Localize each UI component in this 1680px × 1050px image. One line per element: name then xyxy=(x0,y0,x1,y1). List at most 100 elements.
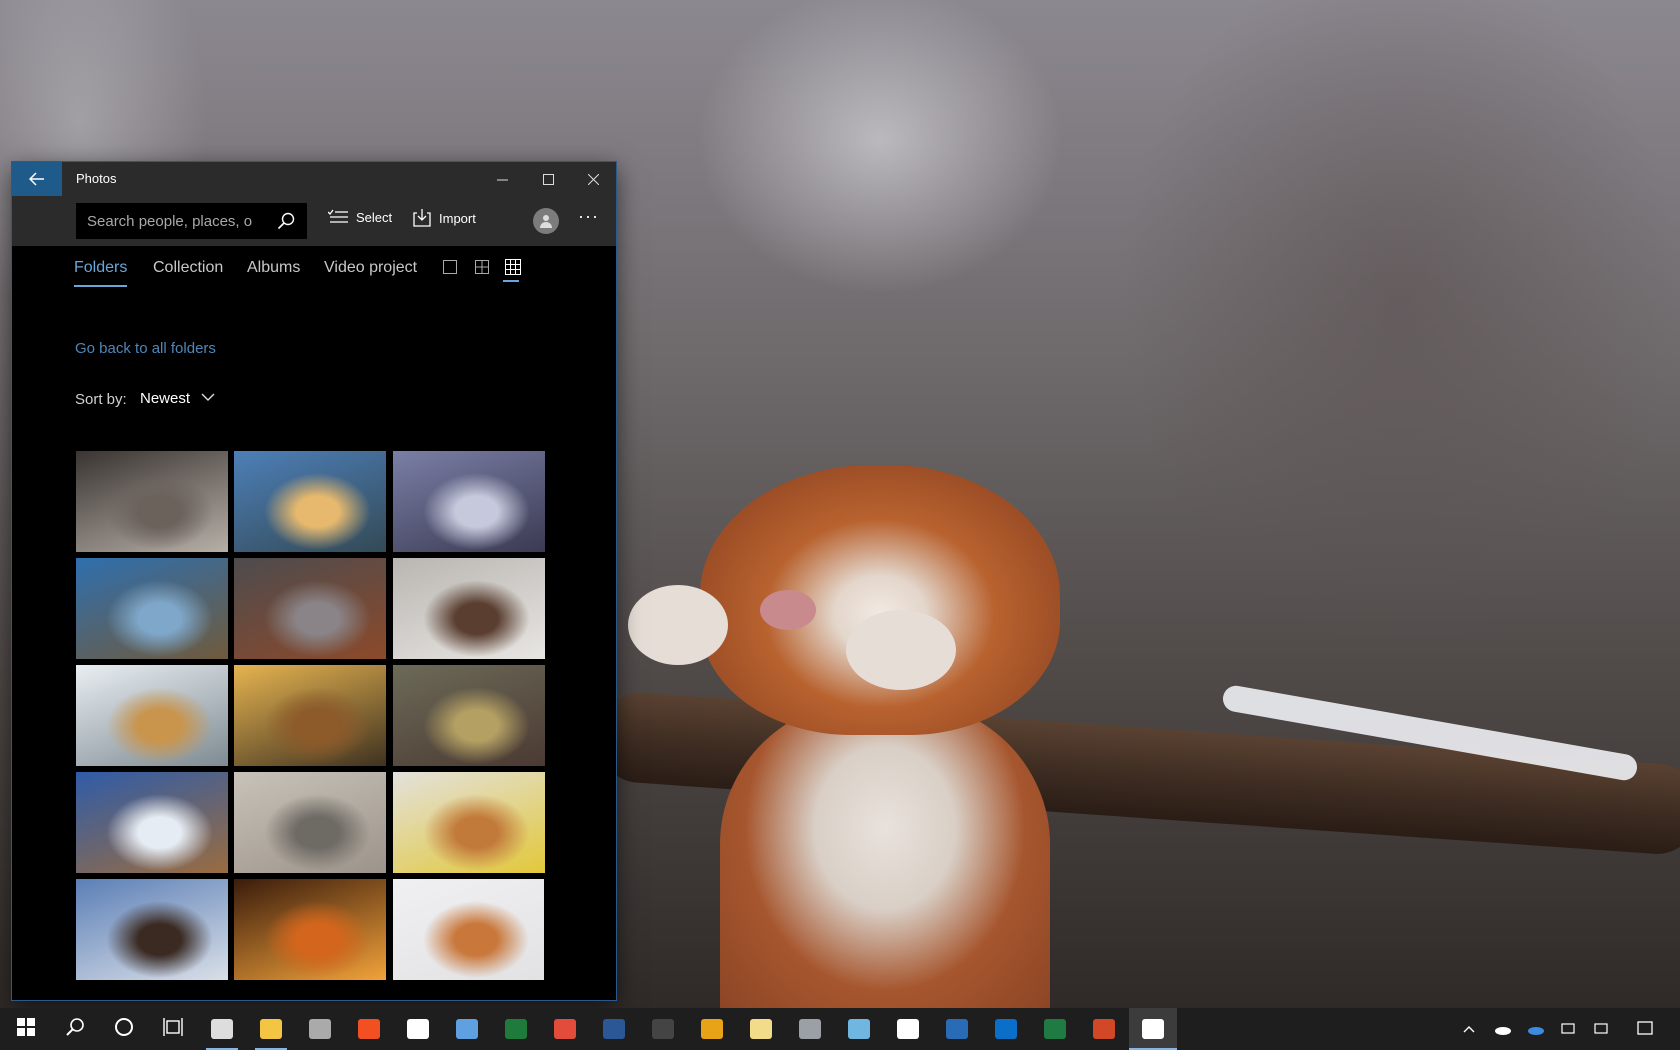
wallpaper-dog-nose xyxy=(760,590,816,630)
windows-start-icon xyxy=(17,1017,35,1041)
taskbar-button[interactable] xyxy=(443,1008,491,1050)
taskbar-button[interactable] xyxy=(933,1008,981,1050)
tab-video-project[interactable]: Video project xyxy=(324,259,417,277)
photo-thumbnail[interactable] xyxy=(234,558,386,659)
powershell-icon xyxy=(946,1019,968,1039)
small-grid-button[interactable] xyxy=(503,257,523,277)
cortana-icon xyxy=(114,1017,134,1042)
maximize-button[interactable] xyxy=(525,162,571,196)
taskbar-button[interactable] xyxy=(492,1008,540,1050)
taskbar-button[interactable] xyxy=(1129,1008,1177,1050)
word-icon xyxy=(603,1019,625,1039)
select-button[interactable]: Select xyxy=(328,209,392,225)
select-label: Select xyxy=(356,209,393,225)
photo-thumbnail[interactable] xyxy=(393,665,545,766)
search-box[interactable]: Search people, places, o xyxy=(76,203,307,239)
chevron-up-icon[interactable] xyxy=(1460,1020,1478,1038)
notepad-icon xyxy=(750,1019,772,1039)
network-icon[interactable] xyxy=(1560,1020,1578,1038)
taskbar-button[interactable] xyxy=(51,1008,99,1050)
chevron-down-icon[interactable] xyxy=(201,393,215,402)
taskbar-button[interactable] xyxy=(149,1008,197,1050)
wallpaper-dog-head xyxy=(700,465,1060,735)
close-icon xyxy=(587,173,599,185)
notifications-icon[interactable] xyxy=(1636,1020,1654,1038)
task-view-icon xyxy=(163,1017,183,1041)
taskbar-button[interactable] xyxy=(394,1008,442,1050)
edge-beta-icon xyxy=(995,1019,1017,1039)
photos-window: Photos Search people, places, o Select I… xyxy=(12,162,616,1000)
photo-thumbnail[interactable] xyxy=(393,451,545,552)
photo-thumbnail[interactable] xyxy=(393,558,545,659)
chrome-icon xyxy=(554,1019,576,1039)
wallpaper-dog-paw xyxy=(628,585,728,665)
taskbar-button[interactable] xyxy=(835,1008,883,1050)
taskbar-button[interactable] xyxy=(100,1008,148,1050)
search-icon[interactable] xyxy=(277,212,295,230)
photo-thumbnail[interactable] xyxy=(393,772,545,873)
tab-collection[interactable]: Collection xyxy=(153,259,223,277)
taskbar-button[interactable] xyxy=(1080,1008,1128,1050)
taskbar-button[interactable] xyxy=(296,1008,344,1050)
small-grid-icon xyxy=(505,259,521,275)
title-bar[interactable]: Photos xyxy=(12,162,616,196)
remote-desktop-icon xyxy=(848,1019,870,1039)
import-button[interactable]: Import xyxy=(413,209,476,227)
sort-label: Sort by: xyxy=(75,391,127,408)
taskbar-button[interactable] xyxy=(198,1008,246,1050)
taskbar-button[interactable] xyxy=(884,1008,932,1050)
user-avatar-icon xyxy=(540,215,552,228)
visual-studio-icon xyxy=(456,1019,478,1039)
select-list-icon xyxy=(328,209,348,225)
maximize-icon xyxy=(542,173,554,185)
volume-icon[interactable] xyxy=(1593,1020,1611,1038)
medium-grid-icon xyxy=(475,260,489,274)
taskbar-button[interactable] xyxy=(688,1008,736,1050)
photo-thumbnail[interactable] xyxy=(76,665,228,766)
taskbar-button[interactable] xyxy=(247,1008,295,1050)
go-back-link[interactable]: Go back to all folders xyxy=(75,340,216,357)
taskbar-button[interactable] xyxy=(590,1008,638,1050)
edge-canary-icon xyxy=(701,1019,723,1039)
toolbar: Search people, places, o Select Import ·… xyxy=(12,196,616,246)
photo-thumbnail[interactable] xyxy=(234,451,386,552)
minimize-icon xyxy=(496,179,508,180)
taskbar-button[interactable] xyxy=(541,1008,589,1050)
back-button[interactable] xyxy=(12,162,62,196)
search-input[interactable]: Search people, places, o xyxy=(87,213,263,230)
photo-thumbnail[interactable] xyxy=(234,772,386,873)
single-view-icon xyxy=(443,260,457,274)
taskbar-button[interactable] xyxy=(2,1008,50,1050)
taskbar-button[interactable] xyxy=(639,1008,687,1050)
search-icon xyxy=(65,1017,85,1042)
account-avatar[interactable] xyxy=(533,208,559,234)
taskbar-button[interactable] xyxy=(737,1008,785,1050)
camera-icon xyxy=(309,1019,331,1039)
sort-dropdown[interactable]: Newest xyxy=(140,390,190,407)
taskbar-button[interactable] xyxy=(786,1008,834,1050)
taskbar-button[interactable] xyxy=(982,1008,1030,1050)
photo-thumbnail[interactable] xyxy=(76,879,228,980)
photo-thumbnail[interactable] xyxy=(76,772,228,873)
taskbar-button[interactable] xyxy=(1031,1008,1079,1050)
file-explorer-icon xyxy=(260,1019,282,1039)
single-view-button[interactable] xyxy=(440,257,460,277)
onedrive-icon[interactable] xyxy=(1494,1020,1512,1038)
onedrive-blue-icon[interactable] xyxy=(1527,1020,1545,1038)
edge-dev-icon xyxy=(505,1019,527,1039)
photo-thumbnail[interactable] xyxy=(76,558,228,659)
photo-thumbnail[interactable] xyxy=(234,879,386,980)
medium-grid-button[interactable] xyxy=(472,257,492,277)
more-options-button[interactable]: ··· xyxy=(578,206,599,227)
close-button[interactable] xyxy=(570,162,616,196)
photo-thumbnail[interactable] xyxy=(234,665,386,766)
taskbar-button[interactable] xyxy=(345,1008,393,1050)
photo-thumbnail[interactable] xyxy=(393,879,544,980)
minimize-button[interactable] xyxy=(479,162,525,196)
photo-thumbnail[interactable] xyxy=(76,451,228,552)
tab-folders[interactable]: Folders xyxy=(74,259,128,287)
tab-albums[interactable]: Albums xyxy=(247,259,300,277)
powerpoint-icon xyxy=(1093,1019,1115,1039)
wallpaper-dog-paw xyxy=(846,610,956,690)
window-title: Photos xyxy=(76,171,117,186)
